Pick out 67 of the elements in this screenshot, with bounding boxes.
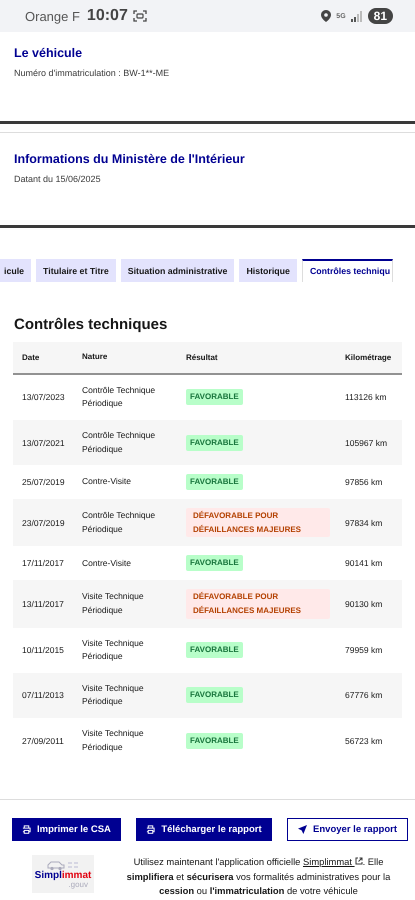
signal-icon xyxy=(350,10,363,22)
nature-cell-text: Contrôle Technique Périodique xyxy=(82,509,156,536)
column-header: Nature xyxy=(82,351,108,363)
date-cell-text: 13/07/2021 xyxy=(21,438,66,448)
clock: 10:07 xyxy=(86,7,128,25)
nature-cell-text: Visite Technique Périodique xyxy=(82,682,145,708)
mileage-cell-text: 97834 km xyxy=(345,518,384,528)
nature-cell-text: Visite Technique Périodique xyxy=(82,636,145,664)
carrier-name: Orange F xyxy=(25,8,80,24)
screen-record-icon xyxy=(132,10,147,22)
send-button[interactable]: Envoyer le rapport xyxy=(287,818,408,842)
date-cell-text: 13/07/2023 xyxy=(21,392,66,402)
location-icon xyxy=(321,10,332,22)
result-badge: FAVORABLE xyxy=(186,474,243,490)
nature-cell-text: Visite Technique Périodique xyxy=(82,726,145,754)
section-title: Le véhicule xyxy=(14,46,84,60)
nature-cell-text: Contrôle Technique Périodique xyxy=(82,428,156,456)
nature-cell-text: Visite Technique Périodique xyxy=(82,590,145,617)
printer-icon xyxy=(22,825,31,834)
car-icon xyxy=(46,859,80,872)
printer-icon xyxy=(146,825,156,834)
mileage-cell-text: 56723 km xyxy=(345,736,384,746)
mileage-cell-text: 90130 km xyxy=(345,598,384,609)
nature-cell-text: Contrôle Technique Périodique xyxy=(82,384,156,410)
nature-cell-text: Contre-Visite xyxy=(82,556,132,570)
promo-text: Utilisez maintenant l'application officielle Simplimmat . Elle simplifiera et sécurisera vos formalités administratives pour la cession ou l'immatriculation de votre véhicule xyxy=(126,855,392,898)
result-badge: FAVORABLE xyxy=(186,687,243,704)
date-cell-text: 07/11/2013 xyxy=(21,690,65,700)
column-header: Kilométrage xyxy=(345,352,392,362)
result-badge: DÉFAVORABLE POUR DÉFAILLANCES MAJEURES xyxy=(186,508,330,538)
tab[interactable]: icule xyxy=(0,259,32,282)
mileage-cell-text: 105967 km xyxy=(345,438,388,448)
tab[interactable]: Situation administrative xyxy=(120,259,234,282)
result-badge: FAVORABLE xyxy=(186,434,243,451)
plate-number: Numéro d'immatriculation : BW-1**-ME xyxy=(14,68,170,78)
send-icon xyxy=(298,825,308,834)
external-link-icon xyxy=(354,857,363,866)
result-badge: FAVORABLE xyxy=(186,389,243,406)
date-cell-text: 25/07/2019 xyxy=(21,477,66,488)
mileage-cell-text: 113126 km xyxy=(345,392,388,402)
mileage-cell-text: 79959 km xyxy=(345,645,384,656)
date-cell-text: 27/09/2011 xyxy=(21,736,65,746)
data-date: Datant du 15/06/2025 xyxy=(14,174,102,184)
result-badge: FAVORABLE xyxy=(186,642,243,658)
battery-level: 81 xyxy=(368,8,393,24)
date-cell-text: 17/11/2017 xyxy=(21,558,65,568)
column-header: Date xyxy=(21,352,40,362)
tab[interactable]: Historique xyxy=(239,259,297,282)
tab[interactable]: Titulaire et Titre xyxy=(36,259,116,282)
mileage-cell-text: 90141 km xyxy=(345,558,384,568)
date-cell-text: 10/11/2015 xyxy=(21,645,65,656)
section-title: Informations du Ministère de l'Intérieur xyxy=(14,152,246,166)
simplimmat-link[interactable]: Simplimmat xyxy=(302,856,363,868)
result-badge: FAVORABLE xyxy=(186,732,243,749)
mileage-cell-text: 67776 km xyxy=(345,690,384,700)
page-heading: Contrôles techniques xyxy=(14,316,168,333)
result-badge: FAVORABLE xyxy=(186,555,243,572)
app-logo: Simplimmat .gouv xyxy=(32,855,94,894)
result-badge: DÉFAVORABLE POUR DÉFAILLANCES MAJEURES xyxy=(186,589,330,619)
nature-cell-text: Contre-Visite xyxy=(82,475,132,488)
date-cell-text: 23/07/2019 xyxy=(21,518,66,528)
tab[interactable]: Contrôles techniqu xyxy=(302,259,394,282)
print-button[interactable]: Télécharger le rapport xyxy=(136,818,272,842)
date-cell-text: 13/11/2017 xyxy=(21,598,65,609)
mileage-cell-text: 97856 km xyxy=(345,477,384,488)
print-button[interactable]: Imprimer le CSA xyxy=(12,818,121,842)
column-header: Résultat xyxy=(186,352,219,362)
